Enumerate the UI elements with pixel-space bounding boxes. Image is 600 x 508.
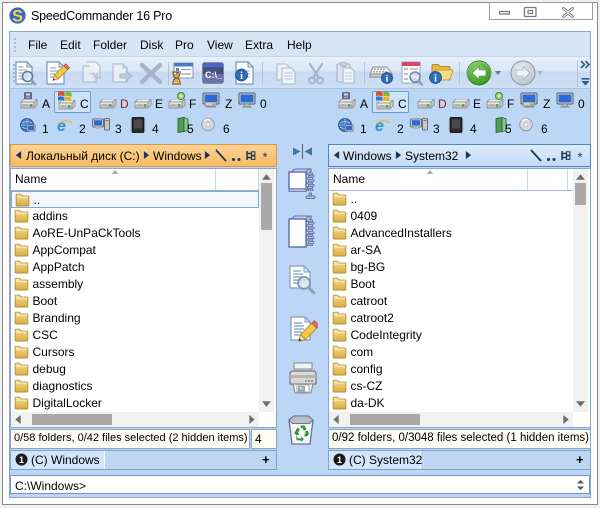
svg-text:*: * [262, 150, 267, 164]
svg-text:i: i [386, 75, 389, 85]
svg-text:1: 1 [19, 455, 24, 465]
svg-text:1: 1 [337, 455, 342, 465]
svg-text:S: S [12, 7, 23, 24]
svg-text:C:\_: C:\_ [205, 70, 223, 80]
svg-text:*: * [577, 150, 582, 164]
svg-text:i: i [240, 71, 243, 82]
svg-text:i: i [434, 74, 437, 85]
